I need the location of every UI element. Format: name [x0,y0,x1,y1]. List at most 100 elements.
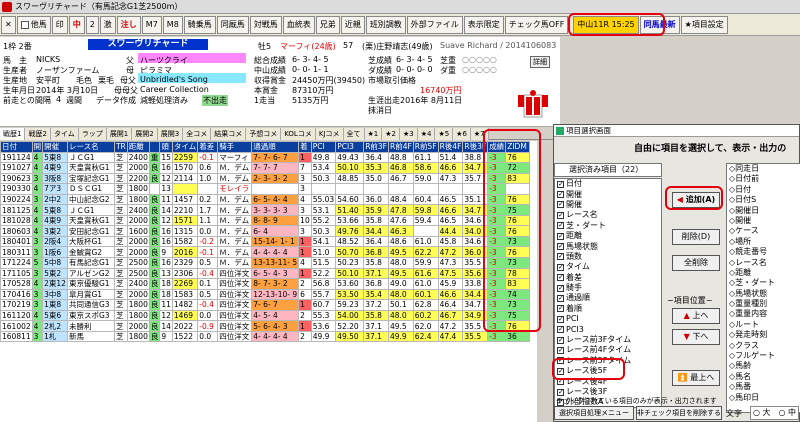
number-field[interactable]: 2 [85,15,99,34]
column-header[interactable]: R前3F [363,141,389,153]
selected-item[interactable]: 芝・ダート [555,220,661,231]
checkbox-icon[interactable] [557,220,564,230]
checkbox-icon[interactable] [557,376,564,386]
selected-item[interactable]: 騎手 [555,283,661,293]
checkbox-icon[interactable] [557,345,564,355]
tab-8[interactable]: 全コメ [183,128,212,140]
available-item[interactable]: ◇ルート [727,320,800,330]
tab-5[interactable]: 展開1 [106,128,133,140]
checkbox-icon[interactable] [557,303,564,313]
item-settings-button[interactable]: ★項目設定 [680,15,728,34]
delete-all-button[interactable]: 全削除 [672,255,720,271]
checkbox-icon[interactable] [557,241,564,251]
selected-item[interactable]: 頭数 [555,251,661,262]
column-header[interactable]: R前4F [388,141,414,153]
table-row[interactable]: 170416 3 3中8 皐月賞G1 芝 2000 良 18 1583 0.5 四位洋文 12-13-… [0,288,531,301]
close-x-icon[interactable]: ✕ [1,15,16,34]
pedigree-button[interactable]: 血統表 [282,15,315,34]
table-row[interactable]: 170219 3 1東8 共同通信G3 芝 1800 良 11 1482 -0.4 四位洋文 7- 6… [0,299,531,311]
tab-12[interactable]: KJコメ [315,128,344,140]
column-header[interactable]: 着差 [197,141,219,153]
available-item[interactable]: ◇フルゲート [727,351,800,361]
checkbox-icon[interactable] [557,262,564,272]
ridden-horse-button[interactable]: 騎乗馬 [183,15,216,34]
available-item[interactable]: ◇開催 [727,216,800,226]
selected-item[interactable]: 馬場状態 [555,241,661,251]
selected-item[interactable]: 開催 [555,189,661,199]
available-item[interactable]: ◇馬場状態 [727,289,800,299]
tab-16[interactable]: ★3 [399,128,418,140]
tab-19[interactable]: ★6 [453,128,471,140]
selected-item[interactable]: レース前5Fタイム [555,355,661,366]
check-off-button[interactable]: チェック馬OFF [504,15,569,34]
column-header[interactable]: R前5F [412,141,439,153]
tab-14[interactable]: ★1 [364,128,383,140]
checkbox-icon[interactable] [557,335,564,345]
match-button[interactable]: 対戦馬 [249,15,282,34]
available-item[interactable]: ◇場所 [727,237,800,247]
checkbox-icon[interactable] [557,324,564,334]
siblings-button[interactable]: 兄弟 [315,15,340,34]
table-row[interactable]: 190330 4 7ア3 ＤＳＣG1 芝 1800 13 モレイラ 3 -3 [0,183,531,195]
tab-11[interactable]: KOLコメ [281,128,316,140]
tab-15[interactable]: ★2 [382,128,400,140]
checkbox-icon[interactable] [557,355,564,365]
available-item[interactable]: ◇レース名 [727,258,800,268]
tab-6[interactable]: 展開2 [132,128,158,140]
available-item[interactable]: ◇馬印日 [727,393,800,403]
tab-3[interactable]: タイム [50,128,79,140]
column-header[interactable]: 着 [298,141,312,153]
selected-items-list[interactable]: 日付開催開催レース名芝・ダート距離馬場状態頭数タイム着差騎手通過順着順PCIPC… [554,178,662,408]
selected-item[interactable]: 通過順 [555,293,661,303]
table-row[interactable]: 171105 3 5東2 アルゼンG2 芝 2500 良 13 2306 -0.4 四位洋文 6- 5… [0,267,531,280]
training-button[interactable]: 班別調教 [365,15,406,34]
available-items-list[interactable]: ◇同走日 ◇日付前 ◇日付 ◇日付S ◇開催日 ◇開催 ◇ケース ◇場所 ◇競走番号 ◇レース名 ◇… [726,163,800,413]
down-button[interactable]: ▼ 下へ [672,329,720,345]
selected-item[interactable]: レース前3Fタイム [555,335,661,345]
tab-17[interactable]: ★4 [417,128,436,140]
checkbox-icon[interactable] [557,314,564,324]
delete-button[interactable]: 削除(D) [672,229,720,245]
column-header[interactable]: 日付 [0,141,33,153]
tab-7[interactable]: 展開3 [157,128,184,140]
column-header[interactable]: PCI3 [335,141,365,153]
selected-item[interactable]: レース名 [555,210,661,220]
tab-2[interactable]: 戦歴2 [25,128,51,140]
column-header[interactable]: R後3F [462,141,489,153]
table-row[interactable]: 191124 4 5東8 ＪＣG1 芝 2400 重 15 2259 -0.1 マーフィ 7- 7- … [0,151,531,164]
table-row[interactable]: 161120 4 5東6 東京スポG3 芝 1800 良 12 1469 0.0 四位洋文 4- 5-… [0,309,531,322]
checkbox-icon[interactable] [557,283,564,293]
mark-button[interactable]: 印 [51,15,68,34]
checkbox-icon[interactable] [557,210,564,220]
intense-button[interactable]: 激 [99,15,116,34]
item-menu-button[interactable]: 選択項目処理メニュー [554,406,634,420]
race-selector[interactable]: 中山11R 15:25 [573,15,639,34]
selected-item[interactable]: 着順 [555,303,661,314]
available-item[interactable]: ◇開催日 [727,206,800,216]
available-item[interactable]: ◇重量内容 [727,309,800,319]
column-header[interactable]: 成績 [487,141,507,153]
column-header[interactable] [148,141,161,153]
selected-item[interactable]: レース前4Fタイム [555,345,661,355]
column-header[interactable]: レース名 [66,141,115,153]
table-row[interactable]: 181028 4 4東9 天皇賞秋G1 芝 2000 良 12 1571 1.1 Ｍ．デム 8- 8-… [0,214,531,227]
selected-item[interactable]: 距離 [555,231,661,241]
column-header[interactable]: 開 [31,141,44,153]
table-row[interactable]: 190224 3 2中2 中山記念G2 芝 1800 良 11 1457 0.2 Ｍ．デム 6- 5-… [0,193,531,206]
selected-item[interactable]: PCI [555,314,661,324]
table-row[interactable]: 180603 4 3東2 安田記念G1 芝 1600 良 16 1315 0.0 Ｍ．デム 6- 43… [0,225,531,237]
available-item[interactable]: ◇日付S [727,195,800,205]
m8-button[interactable]: M8 [162,15,183,34]
tab-10[interactable]: 予想コメ [246,128,282,140]
table-row[interactable]: 181125 4 5東8 ＪＣG1 芝 2400 良 14 2210 1.7 Ｍ．デム 3- 3- 3… [0,204,531,216]
column-header[interactable]: ZIDM [505,141,531,153]
available-item[interactable]: ◇重量種別 [727,299,800,309]
available-item[interactable]: ◇距離 [727,268,800,278]
middle-mark-button[interactable]: 中 [68,15,85,34]
table-row[interactable]: 171224 5 5中8 有馬記念G1 芝 2500 良 16 2329 0.5 Ｍ．デム 13-13… [0,257,531,269]
available-item[interactable]: ◇馬名 [727,372,800,382]
other-horse-button[interactable]: 他馬 [16,15,51,34]
available-item[interactable]: ◇発走時刻 [727,330,800,340]
tab-13[interactable]: 全て [343,128,365,140]
available-item[interactable]: ◇ケース [727,226,800,236]
